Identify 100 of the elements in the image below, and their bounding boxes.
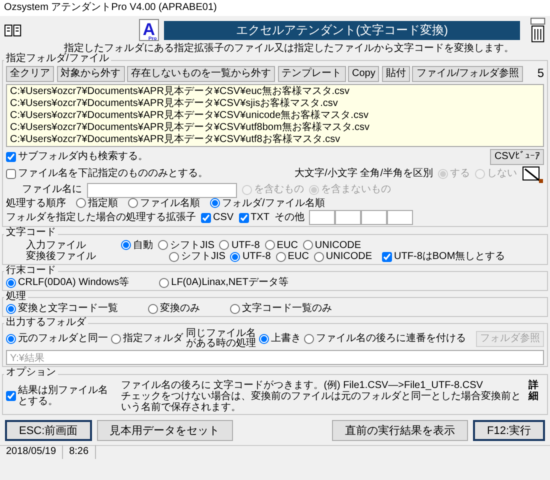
option-label: UNICODE: [314, 240, 362, 251]
note-text: チェックをつけない場合は、変換前のファイルは元のフォルダと同一とした場合変換前という名前で保存されます。: [120, 390, 522, 412]
description-text: 指定したフォルダにある指定拡張子のファイル又は指定したファイルから文字コードを変換します。: [64, 43, 514, 54]
radio-button[interactable]: [148, 304, 158, 314]
file-count: 5: [537, 66, 544, 80]
option-label: CSV: [213, 212, 234, 224]
option-label: を含むもの: [254, 184, 304, 196]
file-path-line[interactable]: C:¥Users¥ozcr7¥Documents¥APR見本データ¥CSV¥euc無お客様マスタ.csv: [10, 86, 540, 98]
option-label: TXT: [250, 212, 270, 224]
toolbar-button[interactable]: 全クリア: [6, 66, 54, 82]
file-path-line[interactable]: C:¥Users¥ozcr7¥Documents¥APR見本データ¥CSV¥unicode無お客様マスタ.csv: [10, 110, 540, 122]
group-title: 行末コード: [4, 264, 58, 276]
option-label: ファイル名を下記指定のもののみとする。: [18, 168, 208, 180]
radio-button[interactable]: [6, 334, 16, 344]
radio-button[interactable]: [304, 334, 314, 344]
book-icon[interactable]: [4, 23, 22, 37]
detail-link[interactable]: 詳細: [528, 380, 544, 402]
radio-button[interactable]: [158, 240, 168, 250]
checkbox[interactable]: [6, 168, 16, 178]
csv-viewer-button[interactable]: CSVﾋﾞｭｰｱ: [490, 148, 544, 164]
radio-button[interactable]: [259, 334, 269, 344]
option-label: UTF-8: [242, 251, 271, 262]
other-label: その他: [274, 212, 304, 224]
status-text: 8:26: [63, 445, 96, 459]
note-text: ファイル名の後ろに 文字コードがつきます。(例) File1.CSV―>File1_UTF-8.CSV: [120, 380, 484, 390]
group-title: 出力するフォルダ: [4, 316, 88, 328]
toolbar-button[interactable]: 対象から外す: [56, 66, 124, 82]
toolbar-button[interactable]: 貼付: [382, 66, 410, 82]
file-path-line[interactable]: C:¥Users¥ozcr7¥Documents¥APR見本データ¥CSV¥utf8bom無お客様マスタ.csv: [10, 122, 540, 134]
option-label: UTF-8: [231, 240, 260, 251]
checkbox[interactable]: [6, 152, 16, 162]
option-label: LF(0A)Linax,NETデータ等: [171, 277, 288, 288]
checkbox[interactable]: [238, 212, 249, 222]
extension-field[interactable]: [387, 210, 414, 225]
radio-button[interactable]: [6, 304, 16, 314]
option-label: しない: [487, 168, 517, 180]
option-label: サブフォルダ内も検索する。: [18, 150, 148, 162]
radio-button[interactable]: [128, 198, 138, 208]
checkbox[interactable]: [201, 212, 211, 222]
field-label: 入力ファイル: [26, 240, 87, 250]
radio-button[interactable]: [121, 240, 131, 250]
checkbox[interactable]: [6, 391, 16, 401]
checkbox[interactable]: [382, 252, 392, 262]
option-label: を含まないもの: [321, 184, 391, 196]
file-list[interactable]: [6, 84, 544, 146]
option-label: 上書き: [271, 333, 301, 345]
option-label: 指定順: [88, 198, 118, 209]
order-label: 処理する順序: [6, 198, 66, 209]
option-label: フォルダ/ファイル名順: [222, 198, 325, 209]
toolbar-button[interactable]: ファイル/フォルダ参照: [412, 66, 524, 82]
option-label: 元のフォルダと同一: [18, 333, 108, 345]
file-path-line[interactable]: C:¥Users¥ozcr7¥Documents¥APR見本データ¥CSV¥sjisお客様マスタ.csv: [10, 98, 540, 110]
filename-field[interactable]: [87, 182, 237, 198]
extension-label: フォルダを指定した場合の処理する拡張子: [6, 212, 196, 224]
radio-button[interactable]: [210, 198, 220, 208]
option-label: 結果は別ファイル名とする。: [18, 384, 109, 408]
group-title: 処理: [4, 290, 28, 302]
toolbar-button[interactable]: テンプレート: [278, 66, 346, 82]
radio-button[interactable]: [314, 252, 324, 262]
option-label: シフトJIS: [170, 240, 214, 251]
option-label: CRLF(0D0A) Windows等: [18, 277, 130, 288]
option-label: ファイル名の後ろに連番を付ける: [316, 333, 466, 345]
same-name-label: 同じファイル名 がある時の処理: [186, 329, 256, 349]
option-label: UNICODE: [326, 251, 372, 262]
option-label: する: [450, 168, 470, 180]
action-button[interactable]: 見本用データをセット: [96, 420, 233, 441]
extension-field[interactable]: [335, 210, 362, 225]
radio-button[interactable]: [169, 252, 179, 262]
group-title: オプション: [4, 367, 58, 378]
toolbar-button[interactable]: Copy: [348, 66, 380, 82]
radio-button[interactable]: [76, 198, 86, 208]
group-title: 指定フォルダ/ファイル: [4, 53, 111, 64]
action-button[interactable]: F12:実行: [472, 420, 545, 441]
option-label: UTF-8はBOM無しとする: [394, 251, 506, 262]
option-label: EUC: [276, 240, 298, 251]
radio-button[interactable]: [219, 240, 230, 250]
action-button[interactable]: 直前の実行結果を表示: [332, 420, 468, 441]
field-label: 変換後ファイル: [26, 251, 97, 262]
field-label: ファイル名に: [22, 184, 82, 196]
option-label: 変換と文字コード一覧: [18, 303, 118, 314]
option-label: ファイル名順: [140, 198, 200, 209]
option-label: 自動: [133, 240, 153, 251]
option-label: 文字コード一覧のみ: [242, 303, 332, 314]
option-label: EUC: [288, 251, 309, 262]
action-button[interactable]: ESC:前画面: [5, 420, 92, 441]
file-path-line[interactable]: C:¥Users¥ozcr7¥Documents¥APR見本データ¥CSV¥utf8お客様マスタ.csv: [10, 134, 540, 146]
toolbar-button[interactable]: 存在しないものを一覧から外す: [127, 66, 275, 82]
radio-button[interactable]: [230, 252, 240, 262]
extension-field[interactable]: [361, 210, 388, 225]
radio-button[interactable]: [6, 278, 16, 288]
radio-button[interactable]: [302, 240, 313, 250]
option-label: 変換のみ: [160, 303, 200, 314]
radio-button[interactable]: [276, 252, 286, 262]
radio-button[interactable]: [264, 240, 275, 250]
radio-button[interactable]: [159, 278, 170, 288]
window-title: Ozsystem アテンダントPro V4.00 (APRABE01): [0, 0, 550, 16]
case-label: 大文字/小文字 全角/半角を区別: [294, 168, 433, 180]
radio-button[interactable]: [111, 334, 121, 344]
radio-button[interactable]: [230, 304, 240, 314]
extension-field[interactable]: [309, 210, 336, 225]
